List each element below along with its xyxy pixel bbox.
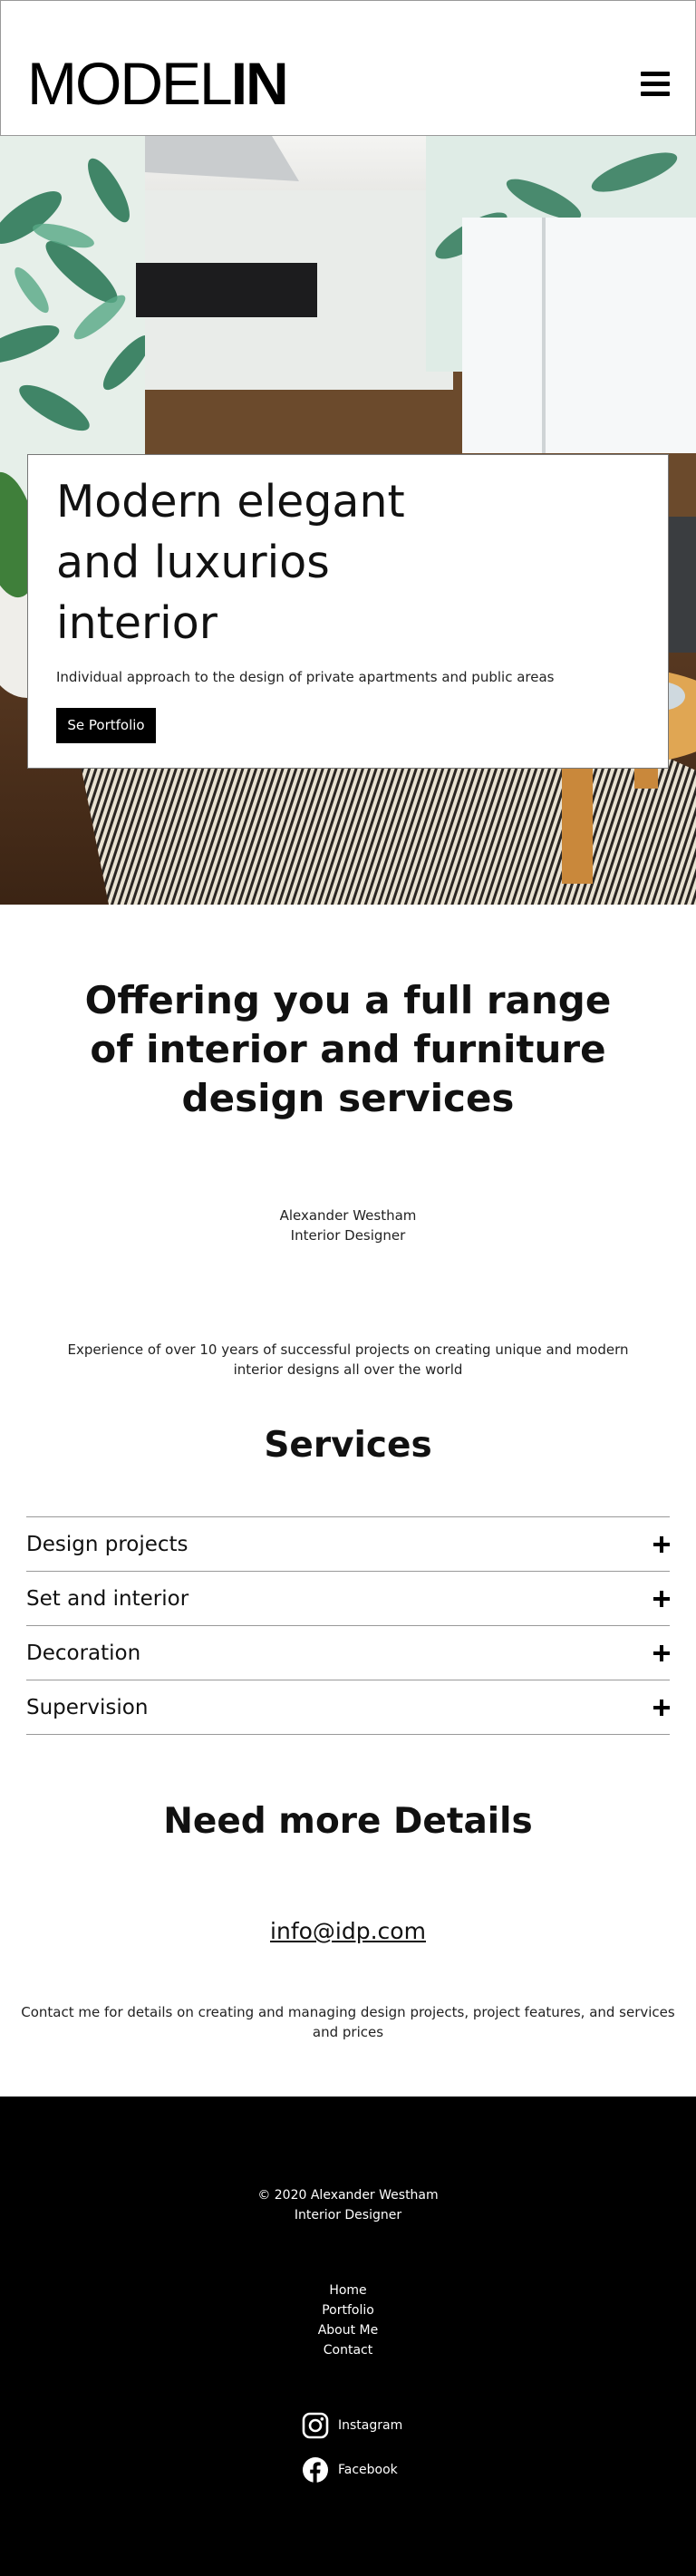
hamburger-menu-icon[interactable]	[641, 72, 670, 97]
hero-subtitle: Individual approach to the design of pri…	[56, 669, 555, 685]
services-title: Services	[264, 1425, 432, 1466]
services-intro-heading: Offering you a full range of interior an…	[84, 978, 612, 1120]
service-label: Design projects	[26, 1533, 188, 1556]
facebook-label: Facebook	[338, 2463, 398, 2477]
footer-role: Interior Designer	[294, 2208, 402, 2223]
plus-icon[interactable]	[653, 1536, 670, 1553]
details-title: Need more Details	[163, 1801, 533, 1842]
service-item-design-projects[interactable]: Design projects	[26, 1517, 670, 1572]
hero-title: Modern elegant and luxurios interior	[56, 476, 405, 649]
footer-nav: Home Portfolio About Me Contact	[0, 2281, 696, 2360]
footer-nav-about[interactable]: About Me	[0, 2320, 696, 2340]
service-item-supervision[interactable]: Supervision	[26, 1680, 670, 1735]
plus-icon[interactable]	[653, 1591, 670, 1607]
footer-credit: © 2020 Alexander Westham Interior Design…	[0, 2185, 696, 2225]
services-accordion: Design projects Set and interior Decorat…	[26, 1516, 670, 1735]
email-container: info@idp.com	[0, 1917, 696, 1946]
email-link[interactable]: info@idp.com	[270, 1918, 426, 1944]
service-item-decoration[interactable]: Decoration	[26, 1626, 670, 1680]
instagram-label: Instagram	[338, 2418, 403, 2433]
plus-icon[interactable]	[653, 1645, 670, 1661]
hero-card: Modern elegant and luxurios interior Ind…	[27, 454, 669, 769]
footer-nav-portfolio[interactable]: Portfolio	[0, 2300, 696, 2320]
site-header: MODELIN	[0, 0, 696, 136]
designer-name: Alexander Westham	[279, 1207, 417, 1224]
experience-text: Experience of over 10 years of successfu…	[67, 1341, 629, 1378]
facebook-icon	[303, 2457, 328, 2483]
hero-section: Modern elegant and luxurios interior Ind…	[0, 136, 696, 905]
facebook-link[interactable]: Facebook	[302, 2455, 398, 2484]
instagram-icon	[302, 2412, 329, 2439]
logo-bold-text: IN	[230, 50, 289, 117]
footer-nav-contact[interactable]: Contact	[0, 2340, 696, 2360]
designer-role: Interior Designer	[290, 1227, 406, 1244]
copyright-text: © 2020 Alexander Westham	[257, 2188, 439, 2203]
designer-credit: Alexander Westham Interior Designer	[0, 1206, 696, 1245]
service-label: Supervision	[26, 1696, 149, 1719]
logo-light-text: MODEL	[27, 50, 233, 117]
footer-nav-home[interactable]: Home	[0, 2281, 696, 2300]
contact-text: Contact me for details on creating and m…	[21, 2004, 675, 2040]
service-label: Decoration	[26, 1641, 141, 1665]
see-portfolio-button[interactable]: Se Portfolio	[56, 708, 156, 743]
service-item-set-and-interior[interactable]: Set and interior	[26, 1572, 670, 1626]
service-label: Set and interior	[26, 1587, 189, 1611]
instagram-link[interactable]: Instagram	[302, 2411, 402, 2440]
plus-icon[interactable]	[653, 1700, 670, 1716]
logo[interactable]: MODELIN	[27, 53, 289, 113]
site-footer: © 2020 Alexander Westham Interior Design…	[0, 2097, 696, 2576]
